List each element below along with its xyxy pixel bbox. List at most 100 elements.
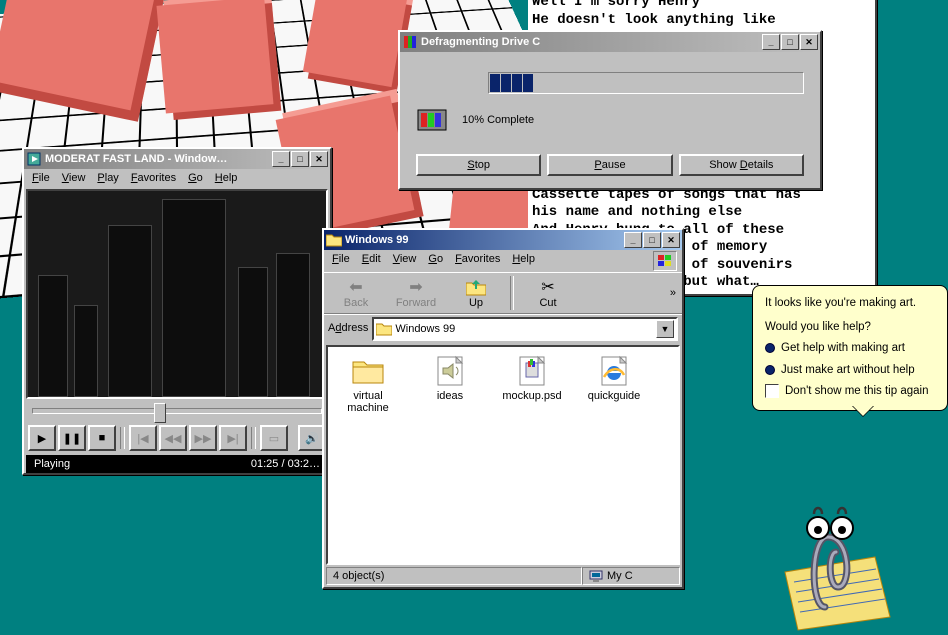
back-button[interactable]: ⬅Back [326,275,386,311]
computer-icon [589,570,603,582]
chevron-right-icon[interactable]: » [666,283,680,303]
status-drive: My C [582,567,680,585]
file-item[interactable]: quickguide [582,355,646,414]
status-object-count: 4 object(s) [326,567,582,585]
defrag-drive-icon [416,104,448,136]
menu-view[interactable]: View [387,251,423,271]
defrag-pause-button[interactable]: Pause [547,154,672,176]
address-label: Address [328,322,368,336]
menu-help[interactable]: Help [209,170,244,186]
checkbox[interactable] [765,384,779,398]
menu-file[interactable]: File [26,170,56,186]
assistant-dont-show[interactable]: Don't show me this tip again [765,384,935,400]
address-input[interactable]: Windows 99 ▼ [372,317,678,341]
skip-back-button[interactable]: |◀ [129,425,157,451]
maximize-button[interactable]: □ [781,34,799,50]
menu-help[interactable]: Help [506,251,541,271]
up-button[interactable]: Up [446,275,506,311]
close-button[interactable]: ✕ [800,34,818,50]
file-label: mockup.psd [502,390,561,402]
assistant-option-2[interactable]: Just make art without help [765,363,935,379]
forward-button[interactable]: ➡Forward [386,275,446,311]
scissors-icon: ✂ [538,277,558,297]
defrag-title: Defragmenting Drive C [421,36,762,48]
skip-fwd-button[interactable]: ▶| [219,425,247,451]
arrow-left-icon: ⬅ [346,277,366,297]
assistant-balloon[interactable]: It looks like you're making art. Would y… [752,285,948,411]
playback-time: 01:25 / 03:2… [251,458,320,470]
defrag-details-button[interactable]: Show Details [679,154,804,176]
fast-forward-button[interactable]: ▶▶ [189,425,217,451]
minimize-button[interactable]: _ [624,232,642,248]
file-item[interactable]: mockup.psd [500,355,564,414]
maximize-button[interactable]: □ [291,151,309,167]
bullet-icon [765,365,775,375]
ie-icon [598,355,630,387]
bullet-icon [765,343,775,353]
media-player-titlebar[interactable]: MODERAT FAST LAND - Window… _ □ ✕ [24,149,330,169]
menu-edit[interactable]: Edit [356,251,387,271]
folder-up-icon [466,277,486,297]
defrag-icon [402,34,418,50]
file-item[interactable]: ideas [418,355,482,414]
windows-logo-icon [653,251,677,271]
sound-icon [434,355,466,387]
assistant-line2: Would you like help? [765,320,935,336]
address-value: Windows 99 [395,323,455,335]
psd-icon [516,355,548,387]
explorer-statusbar: 4 object(s) My C [326,567,680,585]
explorer-toolbar: ⬅Back ➡Forward Up ✂Cut » [324,272,682,314]
defrag-window[interactable]: Defragmenting Drive C _ □ ✕ 10% Complete… [398,30,822,190]
assistant-line1: It looks like you're making art. [765,296,935,312]
minimize-button[interactable]: _ [272,151,290,167]
menu-file[interactable]: File [326,251,356,271]
folder-icon [352,355,384,387]
menu-view[interactable]: View [56,170,92,186]
defrag-progress [488,72,804,94]
close-button[interactable]: ✕ [310,151,328,167]
file-label: quickguide [588,390,641,402]
menu-favorites[interactable]: Favorites [449,251,506,271]
address-dropdown-button[interactable]: ▼ [656,320,674,338]
deco-cube [156,0,273,114]
seek-thumb[interactable] [154,403,166,423]
explorer-title: Windows 99 [345,234,624,246]
clippy-character[interactable] [780,502,900,622]
minimize-button[interactable]: _ [762,34,780,50]
menu-go[interactable]: Go [422,251,449,271]
file-label: ideas [437,390,463,402]
defrag-stop-button[interactable]: Stop [416,154,541,176]
media-player-statusbar: Playing 01:25 / 03:2… [26,455,328,473]
folder-icon [326,232,342,248]
cut-button[interactable]: ✂Cut [518,275,578,311]
explorer-address-bar: Address Windows 99 ▼ [324,314,682,343]
play-button[interactable]: ▶ [28,425,56,451]
pause-button[interactable]: ❚❚ [58,425,86,451]
assistant-option-1[interactable]: Get help with making art [765,341,935,357]
preview-button[interactable]: ▭ [260,425,288,451]
menu-play[interactable]: Play [91,170,124,186]
explorer-window[interactable]: Windows 99 _ □ ✕ FileEditViewGoFavorites… [322,228,684,589]
menu-favorites[interactable]: Favorites [125,170,182,186]
playback-status: Playing [34,458,70,470]
deco-cube [303,0,407,87]
maximize-button[interactable]: □ [643,232,661,248]
explorer-file-pane[interactable]: virtual machine ideas mockup.psd quickguide [326,345,680,565]
close-button[interactable]: ✕ [662,232,680,248]
file-label: virtual machine [336,390,400,414]
media-player-video[interactable] [26,189,328,399]
rewind-button[interactable]: ◀◀ [159,425,187,451]
file-item[interactable]: virtual machine [336,355,400,414]
media-player-controls: ▶ ❚❚ ■ |◀ ◀◀ ▶▶ ▶| ▭ 🔊 [26,423,328,453]
media-player-window[interactable]: MODERAT FAST LAND - Window… _ □ ✕ FileVi… [22,147,332,475]
explorer-titlebar[interactable]: Windows 99 _ □ ✕ [324,230,682,250]
defrag-percent-label: 10% Complete [462,114,534,126]
explorer-menubar: FileEditViewGoFavoritesHelp [324,250,682,272]
stop-button[interactable]: ■ [88,425,116,451]
media-player-icon [26,151,42,167]
menu-go[interactable]: Go [182,170,209,186]
media-player-seek[interactable] [26,401,328,421]
arrow-right-icon: ➡ [406,277,426,297]
media-player-menubar: FileViewPlayFavoritesGoHelp [24,169,330,187]
defrag-titlebar[interactable]: Defragmenting Drive C _ □ ✕ [400,32,820,52]
